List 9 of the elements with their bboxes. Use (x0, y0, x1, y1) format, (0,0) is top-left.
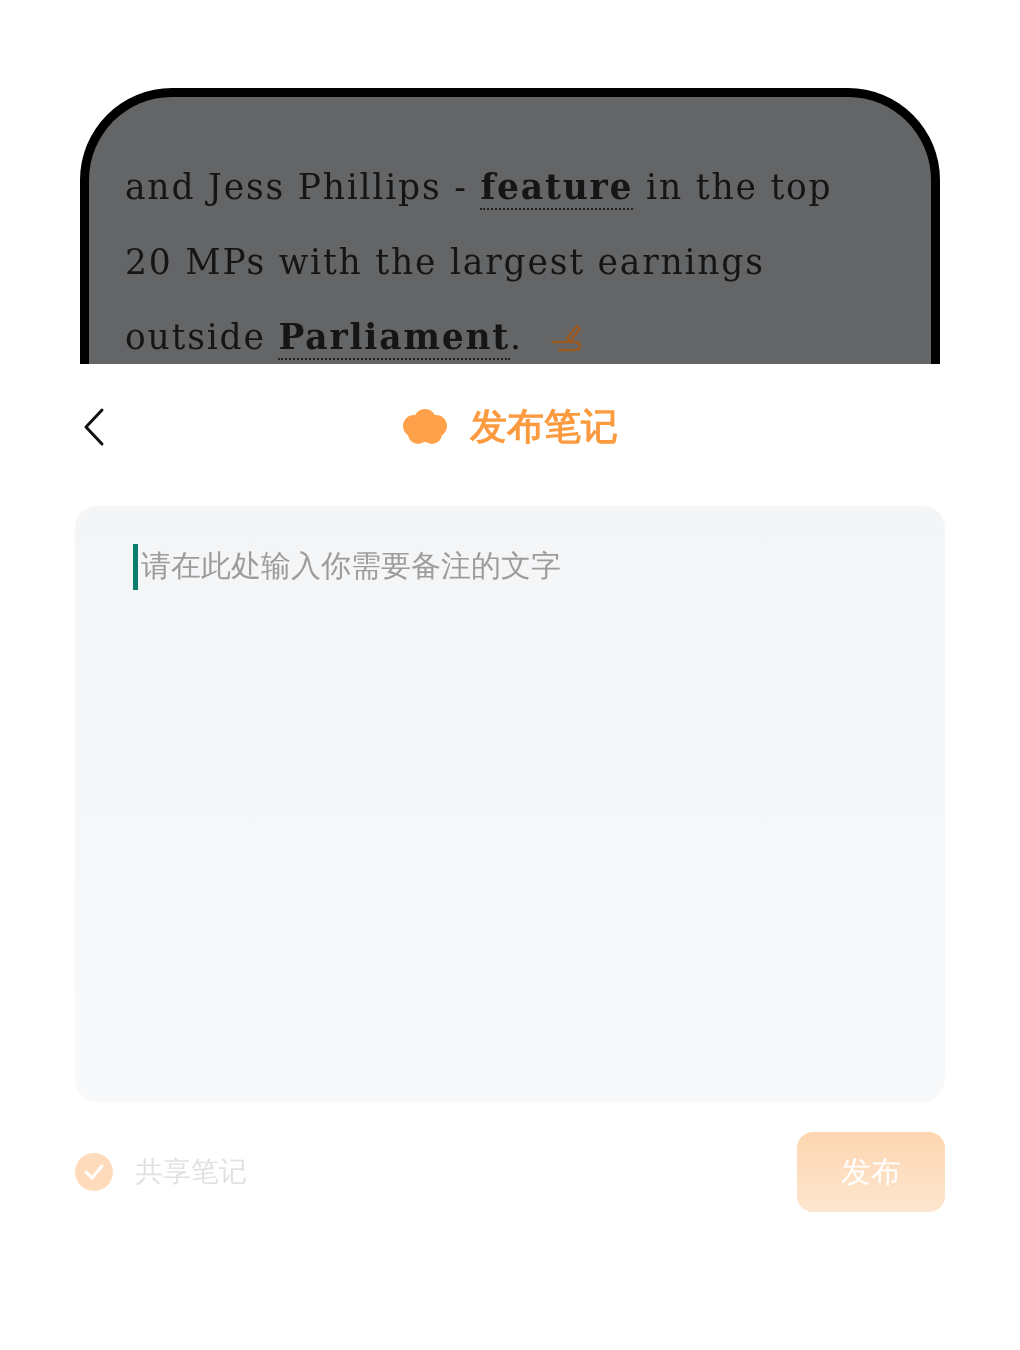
back-button[interactable] (83, 407, 105, 447)
checkbox-icon (75, 1153, 113, 1191)
article-text: outside Parliament. (125, 316, 523, 357)
sheet-title: 发布笔记 (470, 404, 618, 450)
article-text: 20 MPs with the largest earnings (125, 241, 765, 282)
article-text: and Jess Phillips - feature in the top (125, 166, 833, 207)
note-input-field[interactable]: 请在此处输入你需要备注的文字 (75, 506, 945, 1102)
cloud-icon (402, 408, 448, 446)
back-icon (83, 407, 105, 447)
